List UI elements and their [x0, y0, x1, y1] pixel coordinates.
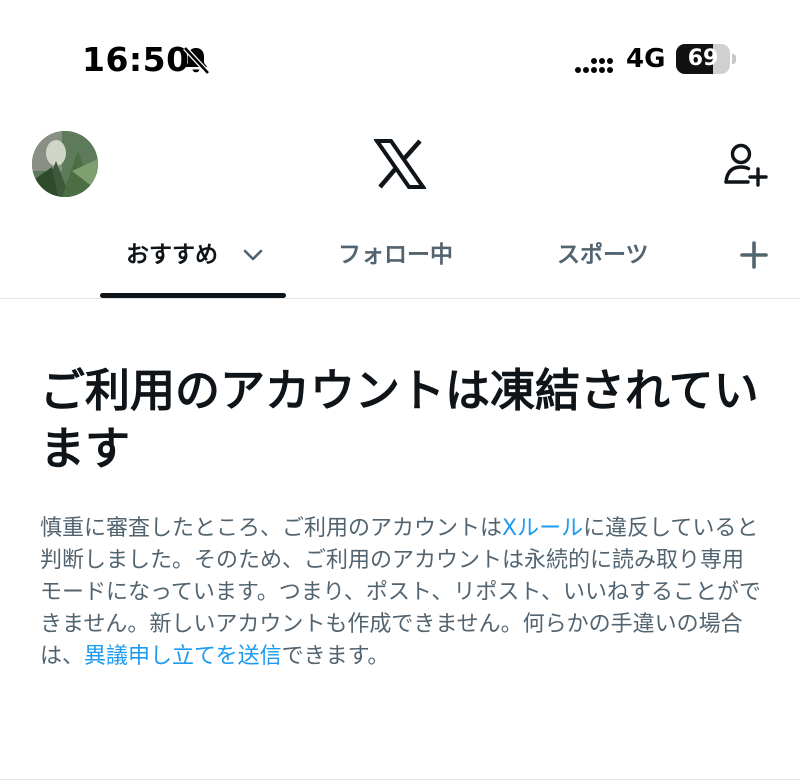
- battery-percent: 69: [687, 46, 719, 71]
- appeal-link[interactable]: 異議申し立てを送信: [84, 644, 282, 669]
- avatar-photo: [32, 131, 98, 197]
- chevron-down-icon[interactable]: [240, 242, 266, 268]
- status-time: 16:50: [82, 40, 190, 79]
- profile-avatar[interactable]: [32, 131, 98, 197]
- battery-indicator: 69: [676, 44, 736, 74]
- suspension-title: ご利用のアカウントは凍結されています: [40, 364, 759, 475]
- message-text-3: できます。: [281, 644, 390, 669]
- tab-following[interactable]: フォロー中: [338, 235, 453, 275]
- x-rules-link[interactable]: Xルール: [502, 516, 583, 541]
- message-text-1: 慎重に審査したところ、ご利用のアカウントは: [40, 516, 503, 541]
- plus-icon[interactable]: [738, 239, 770, 271]
- x-logo-icon: [374, 139, 426, 189]
- bell-slash-icon: [183, 46, 210, 75]
- suspension-message: 慎重に審査したところ、ご利用のアカウントはXルールに違反していると判断しました。…: [40, 513, 762, 673]
- person-add-icon[interactable]: [722, 142, 768, 188]
- signal-dots-icon: [575, 58, 613, 73]
- divider: [0, 779, 800, 780]
- timeline-tabs: おすすめ フォロー中 スポーツ: [0, 225, 800, 299]
- tab-recommended[interactable]: おすすめ: [126, 235, 218, 275]
- active-tab-indicator: [100, 293, 286, 298]
- network-type: 4G: [626, 44, 666, 74]
- tab-sports[interactable]: スポーツ: [557, 235, 649, 275]
- status-bar: 16:50 4G 69: [0, 0, 800, 110]
